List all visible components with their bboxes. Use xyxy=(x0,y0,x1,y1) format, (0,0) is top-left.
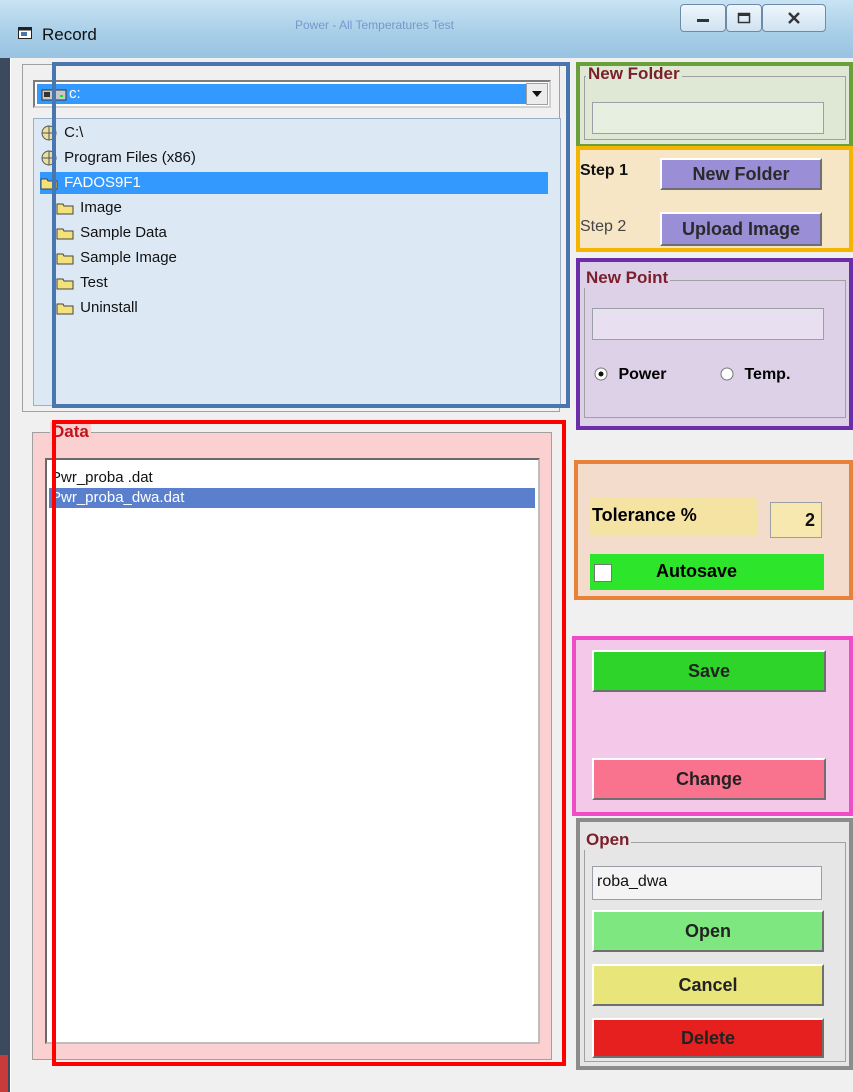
tree-item-root[interactable]: C:\ xyxy=(40,122,83,144)
tree-item-label: Uninstall xyxy=(80,299,138,317)
new-folder-button[interactable]: New Folder xyxy=(660,158,822,190)
list-item[interactable]: Pwr_proba .dat xyxy=(49,468,535,488)
close-button[interactable] xyxy=(762,4,826,32)
power-radio[interactable]: Power xyxy=(594,366,666,388)
drive-combo[interactable]: c: xyxy=(33,80,551,108)
drive-label: c: xyxy=(69,85,81,102)
folder-icon xyxy=(56,278,74,290)
folder-icon xyxy=(56,203,74,215)
tree-item-test[interactable]: Test xyxy=(56,272,108,294)
bottom-left-edge xyxy=(0,1055,8,1092)
radio-unchecked-icon xyxy=(720,367,734,381)
tree-item-program-files[interactable]: Program Files (x86) xyxy=(40,147,196,169)
checkbox-icon xyxy=(594,564,612,582)
change-button[interactable]: Change xyxy=(592,758,826,800)
tree-item-sample-image[interactable]: Sample Image xyxy=(56,247,177,269)
tree-item-image[interactable]: Image xyxy=(56,197,122,219)
new-folder-input[interactable] xyxy=(592,102,824,134)
tree-item-label: FADOS9F1 xyxy=(64,174,141,192)
radio-checked-icon xyxy=(594,367,608,381)
minimize-button[interactable] xyxy=(680,4,726,32)
save-button[interactable]: Save xyxy=(592,650,826,692)
list-item-selected[interactable]: Pwr_proba_dwa.dat xyxy=(49,488,535,508)
maximize-button[interactable] xyxy=(726,4,762,32)
new-point-legend: New Point xyxy=(584,268,671,288)
background-window-title: Power - All Temperatures Test xyxy=(295,18,454,32)
title-bar: Record Power - All Temperatures Test xyxy=(0,0,853,58)
tree-item-uninstall[interactable]: Uninstall xyxy=(56,297,138,319)
tree-item-label: C:\ xyxy=(64,124,84,142)
power-radio-label: Power xyxy=(618,366,667,383)
new-point-input[interactable] xyxy=(592,308,824,340)
tree-item-label: Sample Image xyxy=(80,249,177,267)
tolerance-input[interactable]: 2 xyxy=(770,502,822,538)
new-folder-legend: New Folder xyxy=(586,64,682,84)
autosave-label: Autosave xyxy=(656,561,738,581)
chevron-down-icon xyxy=(532,91,542,97)
open-folder-icon xyxy=(41,125,57,141)
folder-icon xyxy=(56,253,74,265)
tree-item-fados9f1[interactable]: FADOS9F1 xyxy=(40,172,548,194)
open-folder-icon xyxy=(40,178,58,190)
tree-item-label: Sample Data xyxy=(80,224,167,242)
folder-icon xyxy=(56,228,74,240)
data-group-legend: Data xyxy=(50,422,91,442)
window-title: Record xyxy=(42,25,97,44)
tree-item-label: Image xyxy=(80,199,122,217)
tolerance-label: Tolerance % xyxy=(590,498,758,536)
open-button[interactable]: Open xyxy=(592,910,824,952)
directory-tree[interactable]: C:\ Program Files (x86) FADOS9F1 Image S… xyxy=(33,118,561,406)
folder-icon xyxy=(56,303,74,315)
tree-item-sample-data[interactable]: Sample Data xyxy=(56,222,167,244)
open-legend: Open xyxy=(584,830,632,850)
open-filename-input[interactable]: roba_dwa xyxy=(592,866,822,900)
close-icon xyxy=(788,12,800,24)
upload-image-button[interactable]: Upload Image xyxy=(660,212,822,246)
minimize-icon xyxy=(697,19,709,22)
maximize-icon xyxy=(737,12,751,24)
step1-label: Step 1 xyxy=(580,162,629,179)
step2-label: Step 2 xyxy=(580,218,627,235)
app-icon xyxy=(18,27,32,39)
drive-dropdown-button[interactable] xyxy=(526,83,548,105)
window-controls xyxy=(680,4,848,34)
drive-selected: c: xyxy=(37,84,529,104)
drive-icon xyxy=(41,89,67,101)
cancel-button[interactable]: Cancel xyxy=(592,964,824,1006)
new-point-group xyxy=(584,280,846,418)
autosave-checkbox[interactable]: Autosave xyxy=(590,554,824,590)
tree-item-label: Test xyxy=(80,274,108,292)
data-file-list[interactable]: Pwr_proba .dat Pwr_proba_dwa.dat xyxy=(45,458,540,1044)
open-folder-icon xyxy=(41,150,57,166)
tree-item-label: Program Files (x86) xyxy=(64,149,196,167)
delete-button[interactable]: Delete xyxy=(592,1018,824,1058)
temp-radio[interactable]: Temp. xyxy=(720,366,790,388)
temp-radio-label: Temp. xyxy=(744,366,791,383)
